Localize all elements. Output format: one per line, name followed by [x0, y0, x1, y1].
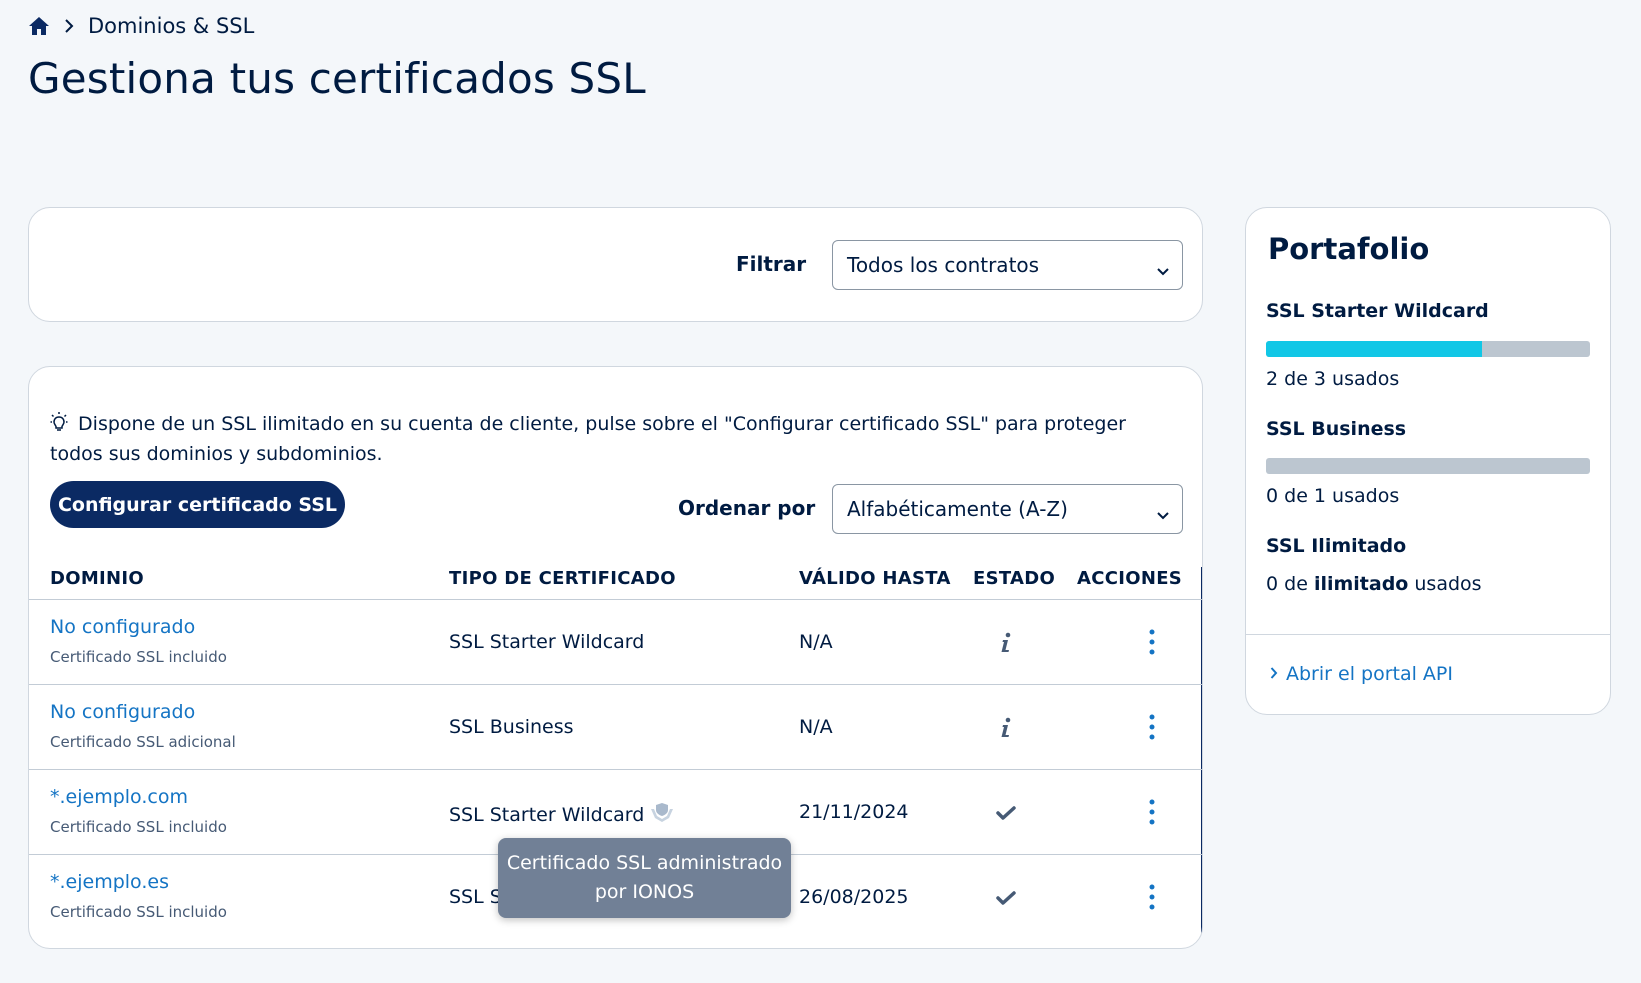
divider	[1246, 634, 1610, 635]
usage-progress-bar	[1266, 341, 1590, 357]
table-row: No configurado Certificado SSL incluido …	[29, 599, 1202, 684]
portfolio-item-name: SSL Ilimitado	[1266, 535, 1407, 557]
tooltip-line-2: por IONOS	[594, 881, 695, 903]
column-header-state: ESTADO	[973, 568, 1056, 589]
check-icon	[995, 800, 1017, 826]
certificate-type-label: SSL Business	[449, 716, 574, 738]
sort-select-value: Alfabéticamente (A-Z)	[847, 497, 1068, 521]
chevron-down-icon	[1156, 258, 1170, 282]
domain-subtitle: Certificado SSL incluido	[50, 648, 227, 666]
info-icon[interactable]	[995, 715, 1017, 741]
certificate-type: SSL Starter Wildcard	[449, 801, 674, 828]
domain-subtitle: Certificado SSL adicional	[50, 733, 236, 751]
column-header-type[interactable]: TIPO DE CERTIFICADO	[449, 568, 676, 589]
domain-link[interactable]: *.ejemplo.es	[50, 871, 169, 893]
more-actions-icon[interactable]	[1144, 798, 1160, 826]
breadcrumb: Dominios & SSL	[28, 14, 254, 38]
column-header-valid[interactable]: VÁLIDO HASTA	[799, 568, 951, 589]
usage-suffix: usados	[1414, 573, 1482, 595]
info-icon[interactable]	[995, 630, 1017, 656]
sort-select[interactable]: Alfabéticamente (A-Z)	[832, 484, 1183, 534]
tip-text: Dispone de un SSL ilimitado en su cuenta…	[50, 413, 1126, 465]
filter-select-value: Todos los contratos	[847, 253, 1040, 277]
valid-until: 21/11/2024	[799, 801, 909, 823]
usage-unlimited: ilimitado	[1313, 573, 1409, 595]
managed-tooltip: Certificado SSL administrado por IONOS	[498, 838, 791, 918]
domain-subtitle: Certificado SSL incluido	[50, 818, 227, 836]
configure-ssl-button[interactable]: Configurar certificado SSL	[50, 481, 345, 528]
portfolio-card: Portafolio SSL Starter Wildcard 2 de 3 u…	[1245, 207, 1611, 715]
chevron-right-icon	[64, 18, 74, 34]
home-icon[interactable]	[28, 16, 50, 36]
portfolio-item-usage: 0 de 1 usados	[1266, 485, 1400, 507]
valid-until: N/A	[799, 716, 833, 738]
filter-select[interactable]: Todos los contratos	[832, 240, 1183, 290]
certificate-type-label: SSL Starter Wildcard	[449, 803, 645, 826]
chevron-right-icon	[1270, 663, 1278, 685]
domain-link[interactable]: No configurado	[50, 616, 195, 638]
certificate-type-label: SSL Starter Wildcard	[449, 631, 645, 653]
lightbulb-icon	[50, 412, 78, 435]
domain-link[interactable]: *.ejemplo.com	[50, 786, 188, 808]
managed-hands-icon[interactable]	[650, 801, 674, 828]
filter-card: Filtrar Todos los contratos	[28, 207, 1203, 322]
column-header-domain[interactable]: DOMINIO	[50, 568, 144, 589]
valid-until: 26/08/2025	[799, 886, 909, 908]
domain-link[interactable]: No configurado	[50, 701, 195, 723]
page-title: Gestiona tus certificados SSL	[28, 54, 646, 103]
api-portal-link-label: Abrir el portal API	[1286, 663, 1453, 685]
chevron-down-icon	[1156, 502, 1170, 526]
domain-subtitle: Certificado SSL incluido	[50, 903, 227, 921]
more-actions-icon[interactable]	[1144, 713, 1160, 741]
usage-progress-bar	[1266, 458, 1590, 474]
tip-message: Dispone de un SSL ilimitado en su cuenta…	[50, 409, 1160, 469]
filter-label: Filtrar	[736, 252, 807, 276]
tooltip-line-1: Certificado SSL administrado	[506, 852, 783, 874]
breadcrumb-current[interactable]: Dominios & SSL	[88, 14, 254, 38]
check-icon	[995, 885, 1017, 911]
api-portal-link[interactable]: Abrir el portal API	[1270, 663, 1453, 685]
table-row: No configurado Certificado SSL adicional…	[29, 684, 1202, 769]
portfolio-item-usage: 0 de ilimitado usados	[1266, 573, 1482, 595]
portfolio-item-name: SSL Starter Wildcard	[1266, 300, 1489, 322]
usage-prefix: 0 de	[1266, 573, 1308, 595]
certificate-type: SSL Business	[449, 716, 574, 738]
portfolio-item-name: SSL Business	[1266, 418, 1407, 440]
sort-label: Ordenar por	[678, 496, 816, 520]
portfolio-title: Portafolio	[1268, 232, 1430, 266]
portfolio-item-usage: 2 de 3 usados	[1266, 368, 1400, 390]
usage-progress-fill	[1266, 341, 1482, 357]
column-header-actions: ACCIONES	[1077, 568, 1183, 589]
more-actions-icon[interactable]	[1144, 628, 1160, 656]
more-actions-icon[interactable]	[1144, 883, 1160, 911]
certificate-type: SSL Starter Wildcard	[449, 631, 644, 653]
valid-until: N/A	[799, 631, 833, 653]
